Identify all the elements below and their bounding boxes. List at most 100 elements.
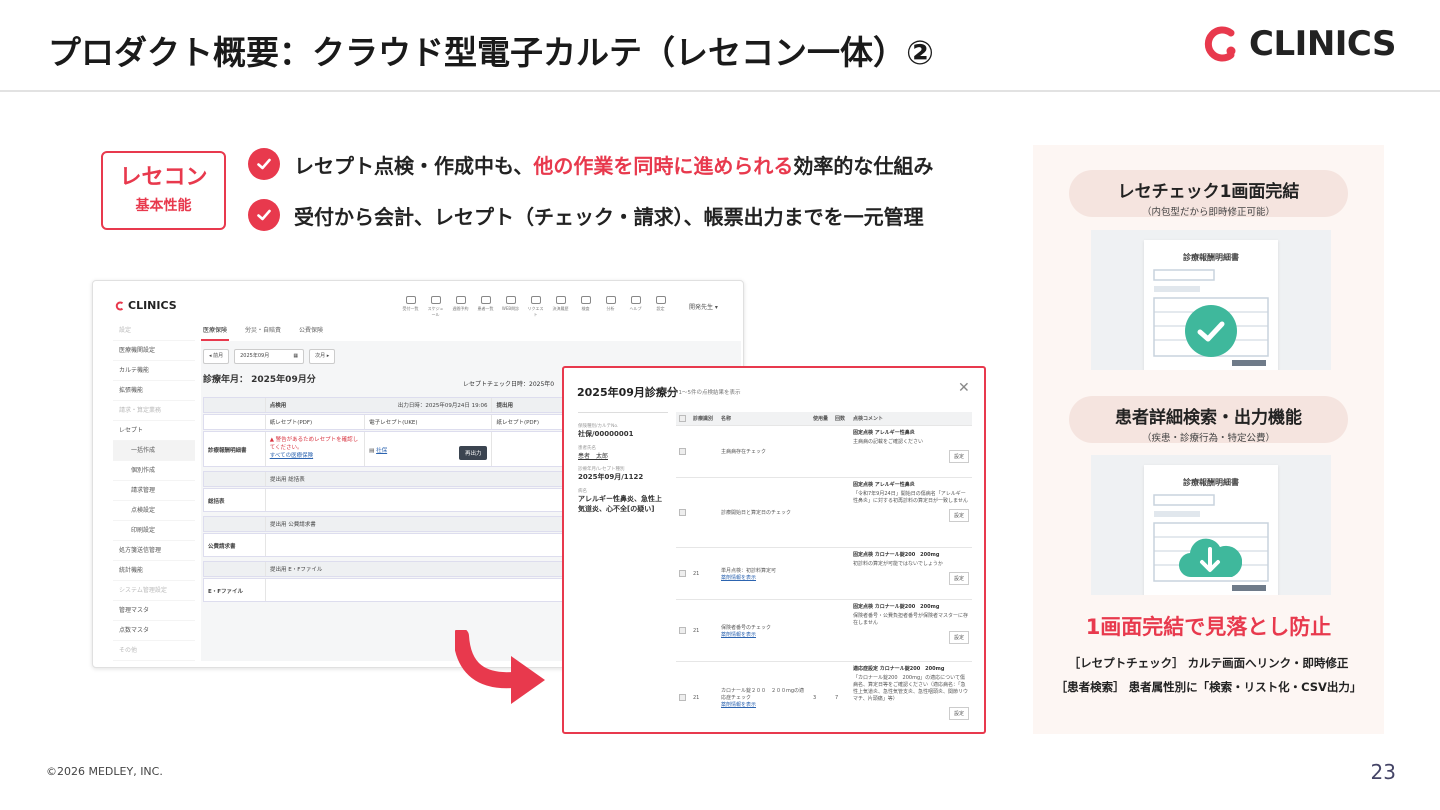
cell-name: 単月点検：初診料算定可 薬剤情報を表示 [718,548,810,599]
header-divider [0,90,1440,92]
cell-name: カロナール錠２００ ２００mgの適応症チェック 薬剤情報を表示 [718,662,810,732]
toolbar-item[interactable]: 週間予約 [451,296,470,318]
sidebar-item[interactable]: 請求管理 [113,481,195,501]
sidebar-item[interactable]: 印刷設定 [113,521,195,541]
row-checkbox[interactable] [679,448,686,455]
panel-note-1: ［レセプトチェック］ カルテ画面へリンク・即時修正 [1068,656,1349,670]
cell-count [832,426,850,477]
toolbar-item[interactable]: 患者一覧 [476,296,495,318]
info-value[interactable]: 患者 太郎 [578,451,668,460]
checkmark-icon [1185,305,1237,357]
sidebar-item[interactable]: 点数マスタ [113,621,195,641]
insurance-tab[interactable]: 公費保険 [297,321,325,341]
uke-link[interactable]: 社保 [376,448,387,454]
sidebar-item[interactable]: 統計機能 [113,561,195,581]
feature-panel: レセチェック1画面完結 （内包型だから即時修正可能） 診療報酬明細書 患者詳細検… [1033,145,1384,734]
setting-button[interactable]: 設定 [948,509,969,522]
grid-public-row: 公費請求書 [203,533,583,557]
user-menu[interactable]: 開発先生 ▾ [689,302,718,311]
table-row: 21 単月点検：初診料算定可 薬剤情報を表示 固定点検 カロナール錠200 200mg… [676,548,972,600]
toolbar-label: WEB問診 [501,306,520,311]
sidebar-item[interactable]: レセプト [113,421,195,441]
statement-document: 診療報酬明細書 [1144,465,1278,595]
table-row: 21 カロナール錠２００ ２００mgの適応症チェック 薬剤情報を表示 3 7 適応症設定 … [676,662,972,732]
cell-comment: 固定点検 アレルギー性鼻炎 「令和7年9月24日」開始日の傷病名「アレルギー性鼻炎… [850,478,972,547]
select-all-checkbox[interactable] [679,415,686,422]
toolbar-label: 受付一覧 [402,306,419,311]
all-insurance-link[interactable]: すべての医療保険 [270,451,360,459]
column-header: 回数 [835,416,846,422]
month-input[interactable]: 2025年09月 ▦ [234,349,305,364]
app-logo: CLINICS [115,299,177,312]
grid-summary-row: 総括表 [203,488,583,512]
toolbar-item[interactable]: 設定 [651,296,670,318]
toolbar-item[interactable]: WEB問診 [501,296,520,318]
drug-info-link[interactable]: 薬剤情報を表示 [721,574,807,581]
panel-lead: 1画面完結で見落とし防止 [1085,615,1332,639]
toolbar-item[interactable]: 分析 [601,296,620,318]
receipt-grid: 点検用 出力日時：2025年09月24日 19:06 提出用 紙レセプト(PDF)… [203,397,583,603]
sidebar-item[interactable]: カルテ機能 [113,361,195,381]
toolbar-item[interactable]: 決済履歴 [551,296,570,318]
setting-button[interactable]: 設定 [948,631,969,644]
row-checkbox[interactable] [679,570,686,577]
page-number: 23 [1370,760,1396,784]
drug-info-link[interactable]: 薬剤情報を表示 [721,701,807,708]
sidebar-item[interactable]: 一括作成 [113,441,195,461]
badge-main: レセコン [119,165,208,190]
sidebar-item: その他 [113,641,195,661]
cell-comment: 適応症設定 カロナール錠200 200mg 「カロナール錠200 200mg」の適… [850,662,972,732]
feature-highlight: 他の作業を同時に進められる [533,153,794,178]
row-checkbox[interactable] [679,694,686,701]
row-checkbox[interactable] [679,509,686,516]
toolbar-label: ヘルプ [629,306,642,311]
file-icon: ▤ [369,448,375,454]
panel-note-2: ［患者検索］ 患者属性別に「検索・リスト化・CSV出力」 [1055,680,1362,694]
insurance-tab[interactable]: 労災・自賠責 [243,321,283,341]
setting-button[interactable]: 設定 [948,450,969,463]
toolbar-label: 患者一覧 [477,306,494,311]
info-value: 2025年09月/1122 [578,473,644,481]
feature-1: レセプト点検・作成中も、他の作業を同時に進められる効率的な仕組み [248,148,933,180]
setting-button[interactable]: 設定 [948,707,969,720]
sidebar-item[interactable]: 拡張機能 [113,381,195,401]
sidebar-item[interactable]: 個別作成 [113,461,195,481]
setting-button[interactable]: 設定 [948,572,969,585]
toolbar-item[interactable]: リクエスト [526,296,545,318]
toolbar-item[interactable]: 受付一覧 [401,296,420,318]
toolbar-item[interactable]: ヘルプ [626,296,645,318]
sidebar-item[interactable]: 管理マスタ [113,601,195,621]
toolbar-icon [630,296,641,304]
toolbar-icon [580,296,591,304]
prev-month-button[interactable]: ◂ 前月 [203,349,230,364]
column-header: 使用量 [813,416,829,422]
cell-qty [810,426,832,477]
toolbar-icon [430,296,441,304]
receipt-check-modal: 2025年09月診療分 5件中1〜5件の点検結果を表示 ✕ 保険種別/カルテNo… [562,366,986,734]
cell-code [690,478,718,547]
cell-comment: 固定点検 カロナール錠200 200mg 保険者番号・公費負担者番号が保険者マスタ… [850,600,972,661]
drug-info-link[interactable]: 薬剤情報を表示 [721,631,807,638]
rececon-badge: レセコン 基本性能 [101,151,226,230]
reoutput-button[interactable]: 再出力 [458,446,488,460]
insurance-tabs: 医療保険 労災・自賠責 公費保険 [201,321,741,341]
curved-arrow-icon [453,628,550,712]
sidebar-item[interactable]: 処方箋送信管理 [113,541,195,561]
grid-row-statement: 診療報酬明細書 ▲ 警告があるためレセプトを確認してください。 すべての医療保険… [203,431,583,467]
table-row: 21 保険者番号のチェック 薬剤情報を表示 固定点検 カロナール錠200 200mg 保… [676,600,972,662]
sidebar-item[interactable]: 点検設定 [113,501,195,521]
calendar-icon: ▦ [293,353,299,359]
insurance-tab[interactable]: 医療保険 [201,321,230,341]
sidebar-item[interactable]: 医療機関設定 [113,341,195,361]
row-checkbox[interactable] [679,627,686,634]
toolbar-icon [655,296,666,304]
table-header: 診療識別 名称 使用量 回数 点検コメント [676,412,972,426]
toolbar-item[interactable]: 検査 [576,296,595,318]
close-icon[interactable]: ✕ [958,380,970,396]
sidebar-item: システム管理設定 [113,581,195,601]
toolbar-item[interactable]: スケジュール [426,296,445,318]
card1-header: レセチェック1画面完結 （内包型だから即時修正可能） [1069,170,1348,218]
next-month-button[interactable]: 次月 ▸ [309,349,336,364]
modal-title: 2025年09月診療分 [577,386,678,399]
slide-title: プロダクト概要：クラウド型電子カルテ（レセコン一体）② [48,33,934,72]
